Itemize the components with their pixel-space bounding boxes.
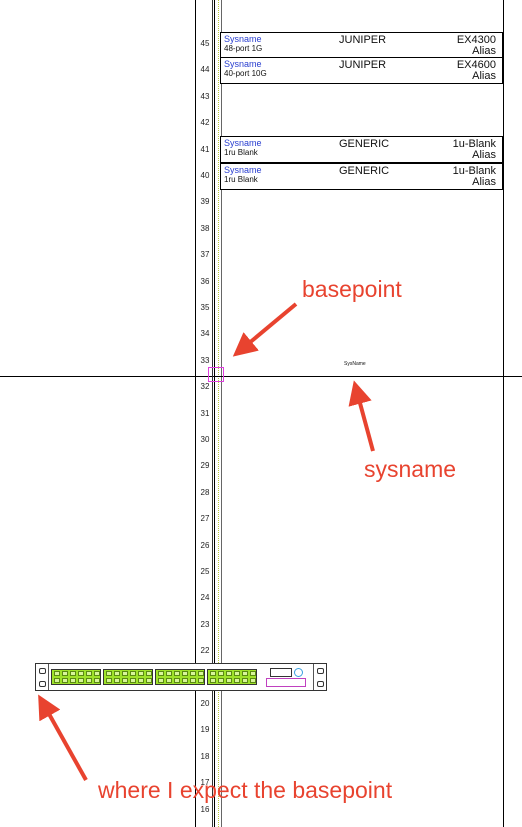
annotation-arrows [38, 302, 375, 781]
annotation-expected: where I expect the basepoint [98, 777, 393, 803]
annotation-sysname: sysname [364, 456, 457, 482]
basepoint-arrow [232, 302, 298, 357]
sysname-arrow [348, 380, 375, 452]
expected-arrow [38, 694, 88, 781]
annotation-basepoint: basepoint [302, 276, 402, 302]
